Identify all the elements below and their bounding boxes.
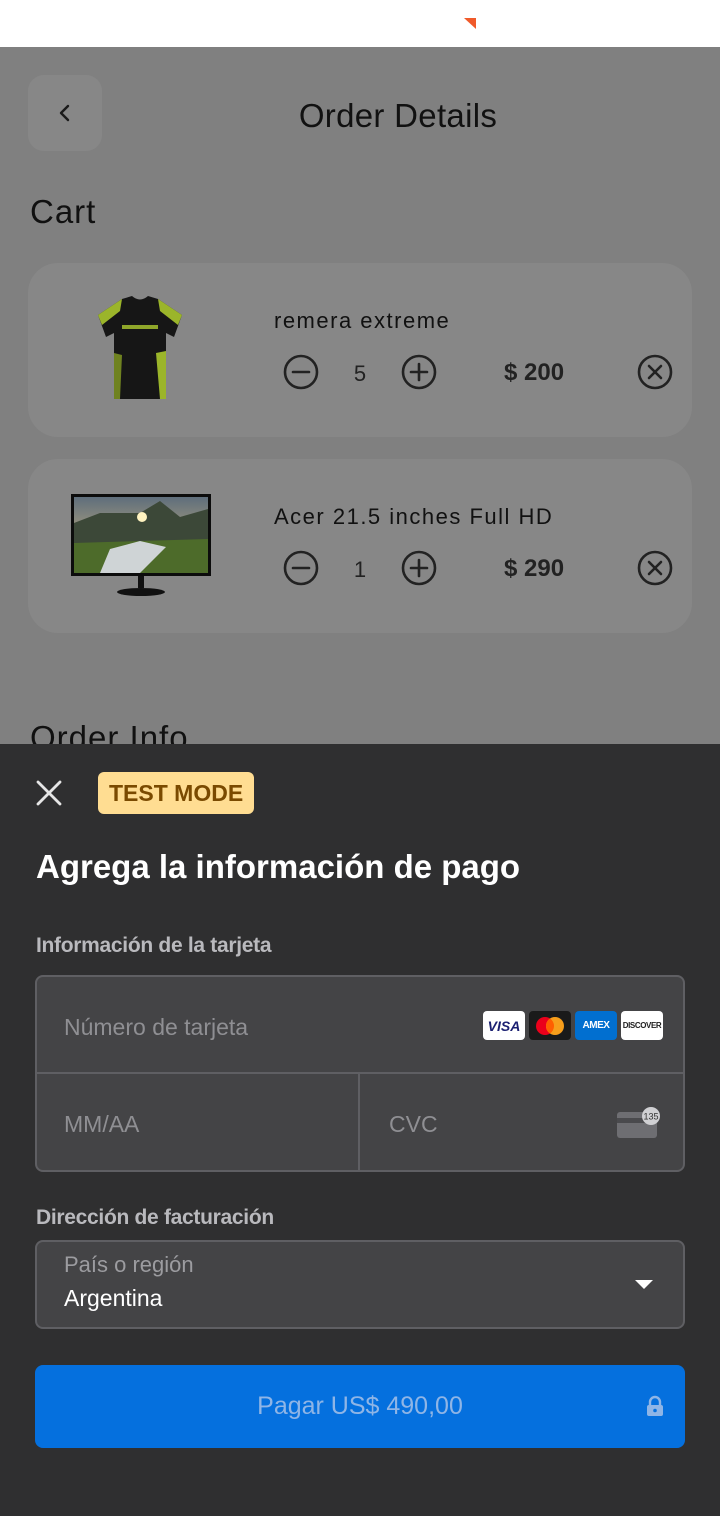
cvc-field[interactable]: CVC 135 bbox=[360, 1074, 683, 1170]
visa-icon: VISA bbox=[483, 1011, 525, 1040]
expiry-placeholder: MM/AA bbox=[64, 1111, 140, 1137]
notification-icon bbox=[464, 18, 476, 29]
chevron-down-icon bbox=[635, 1280, 653, 1289]
order-info-title: Order Info bbox=[30, 719, 189, 744]
card-brands: VISA AMEX DISCOVER bbox=[483, 1011, 663, 1040]
discover-icon: DISCOVER bbox=[621, 1011, 663, 1040]
amex-icon: AMEX bbox=[575, 1011, 617, 1040]
expiry-field[interactable]: MM/AA bbox=[37, 1074, 360, 1170]
increase-quantity-button[interactable] bbox=[400, 549, 438, 587]
item-name: remera extreme bbox=[274, 308, 451, 333]
svg-text:135: 135 bbox=[643, 1112, 658, 1122]
close-icon[interactable] bbox=[32, 776, 66, 810]
test-mode-badge: TEST MODE bbox=[98, 772, 255, 814]
cart-item: remera extreme 5 $ 200 bbox=[28, 263, 692, 437]
country-select[interactable]: País o región Argentina bbox=[35, 1240, 685, 1329]
monitor-image bbox=[71, 494, 211, 596]
card-info-label: Información de la tarjeta bbox=[36, 934, 272, 957]
page-title: Order Details bbox=[298, 97, 498, 134]
decrease-quantity-button[interactable] bbox=[282, 353, 320, 391]
decrease-quantity-button[interactable] bbox=[282, 549, 320, 587]
card-form: Número de tarjeta VISA AMEX DISCOVER MM/… bbox=[35, 975, 685, 1172]
remove-item-button[interactable] bbox=[636, 549, 674, 587]
cvc-card-icon: 135 bbox=[617, 1107, 660, 1138]
cart-title: Cart bbox=[30, 193, 97, 230]
cvc-placeholder: CVC bbox=[389, 1111, 438, 1137]
cart-item: Acer 21.5 inches Full HD 1 $ 290 bbox=[28, 459, 692, 633]
lock-icon bbox=[647, 1395, 663, 1416]
payment-title: Agrega la información de pago bbox=[36, 848, 521, 885]
country-value: Argentina bbox=[64, 1285, 163, 1311]
item-price: $ 200 bbox=[504, 359, 565, 386]
increase-quantity-button[interactable] bbox=[400, 353, 438, 391]
pay-button-label: Pagar US$ 490,00 bbox=[257, 1392, 463, 1420]
item-name: Acer 21.5 inches Full HD bbox=[274, 504, 554, 529]
payment-sheet: TEST MODE Agrega la información de pago … bbox=[0, 744, 720, 1516]
tshirt-image bbox=[98, 296, 182, 399]
remove-item-button[interactable] bbox=[636, 353, 674, 391]
order-details-screen: Order Details Cart remera extreme 5 $ 20… bbox=[0, 47, 720, 744]
country-label: País o región bbox=[64, 1252, 194, 1277]
billing-address-label: Dirección de facturación bbox=[36, 1206, 274, 1229]
item-price: $ 290 bbox=[504, 555, 565, 582]
card-number-placeholder: Número de tarjeta bbox=[64, 1014, 249, 1040]
status-bar bbox=[0, 0, 720, 47]
item-quantity: 5 bbox=[353, 361, 367, 386]
mastercard-icon bbox=[529, 1011, 571, 1040]
card-number-field[interactable]: Número de tarjeta VISA AMEX DISCOVER bbox=[37, 977, 683, 1074]
item-quantity: 1 bbox=[353, 557, 367, 582]
pay-button[interactable]: Pagar US$ 490,00 bbox=[35, 1365, 685, 1448]
